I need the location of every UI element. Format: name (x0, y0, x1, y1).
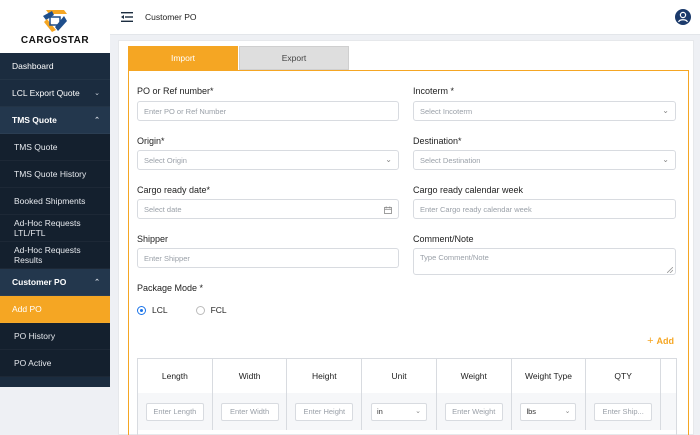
sidebar-item-label: Ad-Hoc Requests LTL/FTL (14, 218, 81, 238)
po-form: PO or Ref number* Enter PO or Ref Number… (128, 70, 689, 435)
weight-input[interactable]: Enter Weight (444, 402, 503, 421)
top-bar: Customer PO (110, 0, 700, 35)
height-input[interactable]: Enter Height (295, 402, 354, 421)
cargo-ready-date-input[interactable]: Select date (137, 199, 399, 219)
incoterm-select[interactable]: Select Incoterm ⌄ (413, 101, 676, 121)
sidebar-item-label: TMS Quote (14, 142, 58, 152)
sidebar-item-label: Customer PO (12, 277, 67, 287)
sidebar-item-label: PO Active (14, 358, 52, 368)
chevron-down-icon: ⌄ (662, 155, 669, 164)
column-header-height: Height (287, 359, 363, 393)
sidebar-item-label: TMS Quote (12, 115, 57, 125)
resize-handle-icon[interactable] (667, 267, 673, 273)
destination-label: Destination* (413, 136, 462, 146)
column-header-weight-type: Weight Type (512, 359, 587, 393)
cargo-ready-date-label: Cargo ready date* (137, 185, 211, 195)
import-export-tabs: Import Export (128, 46, 349, 70)
chevron-down-icon: ⌄ (94, 90, 100, 97)
sidebar-item-dashboard[interactable]: Dashboard (0, 53, 110, 80)
sidebar-nav: Dashboard LCL Export Quote ⌄ TMS Quote ⌃ TMS … (0, 53, 110, 377)
user-avatar-icon[interactable] (675, 9, 691, 25)
sidebar: CARGOSTAR Dashboard LCL Export Quote ⌄ TMS … (0, 0, 110, 387)
radio-lcl[interactable] (137, 305, 146, 315)
po-ref-label: PO or Ref number* (137, 86, 214, 96)
tab-export[interactable]: Export (239, 46, 349, 70)
po-ref-input[interactable]: Enter PO or Ref Number (137, 101, 399, 121)
package-table: Length Width Height Unit Weight Weight T… (137, 358, 677, 435)
chevron-down-icon: ⌄ (385, 155, 392, 164)
length-input[interactable]: Enter Length (145, 402, 204, 421)
sidebar-item-label: LCL Export Quote (12, 88, 80, 98)
tab-import[interactable]: Import (128, 46, 238, 70)
sidebar-item-booked-shipments[interactable]: Booked Shipments (0, 188, 110, 215)
sidebar-item-po-active[interactable]: PO Active (0, 350, 110, 377)
comment-label: Comment/Note (413, 234, 474, 244)
origin-select[interactable]: Select Origin ⌄ (137, 150, 399, 170)
page-title: Customer PO (145, 12, 197, 22)
column-header-length: Length (138, 359, 213, 393)
radio-fcl[interactable] (195, 305, 205, 315)
sidebar-item-tms-quote-section[interactable]: TMS Quote ⌃ (0, 107, 110, 134)
table-header: Length Width Height Unit Weight Weight T… (138, 359, 676, 393)
radio-fcl-label: FCL (210, 305, 227, 315)
sidebar-item-tms-quote-history[interactable]: TMS Quote History (0, 161, 110, 188)
shipper-label: Shipper (137, 234, 169, 244)
incoterm-label: Incoterm * (413, 86, 455, 96)
sidebar-item-tms-quote[interactable]: TMS Quote (0, 134, 110, 161)
shipper-input[interactable]: Enter Shipper (137, 248, 399, 268)
cargo-ready-week-input[interactable]: Enter Cargo ready calendar week (413, 199, 676, 219)
plus-icon: + (647, 335, 654, 347)
cargostar-logo-icon (43, 9, 67, 32)
sidebar-item-label: Ad-Hoc Requests Results (14, 245, 81, 265)
menu-toggle-icon[interactable] (121, 11, 133, 23)
chevron-up-icon: ⌃ (94, 279, 100, 286)
sidebar-item-customer-po-section[interactable]: Customer PO ⌃ (0, 269, 110, 296)
unit-select[interactable]: in ⌄ (371, 402, 428, 421)
qty-input[interactable]: Enter Ship... (594, 402, 653, 421)
sidebar-item-ad-hoc-requests-ltl-ftl[interactable]: Ad-Hoc Requests LTL/FTL (0, 215, 110, 242)
column-header-weight: Weight (437, 359, 512, 393)
sidebar-item-ad-hoc-requests-results[interactable]: Ad-Hoc Requests Results (0, 242, 110, 269)
sidebar-item-po-history[interactable]: PO History (0, 323, 110, 350)
package-mode-radio-group: LCL FCL (137, 305, 249, 315)
destination-select[interactable]: Select Destination ⌄ (413, 150, 676, 170)
sidebar-item-label: Dashboard (12, 61, 54, 71)
chevron-down-icon: ⌄ (662, 106, 669, 115)
sidebar-item-label: Booked Shipments (14, 196, 86, 206)
sidebar-item-label: PO History (14, 331, 56, 341)
customer-po-card: Import Export PO or Ref number* Enter PO… (118, 40, 694, 435)
origin-label: Origin* (137, 136, 165, 146)
sidebar-item-add-po[interactable]: Add PO (0, 296, 110, 323)
logo[interactable]: CARGOSTAR (0, 0, 110, 53)
sidebar-item-label: Add PO (12, 304, 42, 314)
chevron-down-icon: ⌄ (564, 407, 571, 415)
column-header-unit: Unit (362, 359, 437, 393)
sidebar-item-lcl-export-quote[interactable]: LCL Export Quote ⌄ (0, 80, 110, 107)
radio-lcl-label: LCL (152, 305, 168, 315)
brand-name: CARGOSTAR (20, 34, 90, 46)
column-header-qty: QTY (586, 359, 662, 393)
package-mode-label: Package Mode * (137, 283, 204, 293)
column-header-overflow (661, 359, 676, 393)
column-header-width: Width (213, 359, 288, 393)
calendar-icon (384, 206, 392, 214)
cargo-ready-week-label: Cargo ready calendar week (413, 185, 524, 195)
weight-type-select[interactable]: lbs ⌄ (520, 402, 577, 421)
sidebar-item-label: TMS Quote History (14, 169, 87, 179)
chevron-down-icon: ⌄ (415, 407, 422, 415)
sidebar-footer-area (0, 387, 110, 435)
chevron-up-icon: ⌃ (94, 117, 100, 124)
comment-textarea[interactable]: Type Comment/Note (413, 248, 676, 275)
table-row: Enter Length Enter Width Enter Height in… (138, 393, 676, 430)
width-input[interactable]: Enter Width (220, 402, 279, 421)
add-package-button[interactable]: + Add (647, 335, 674, 347)
